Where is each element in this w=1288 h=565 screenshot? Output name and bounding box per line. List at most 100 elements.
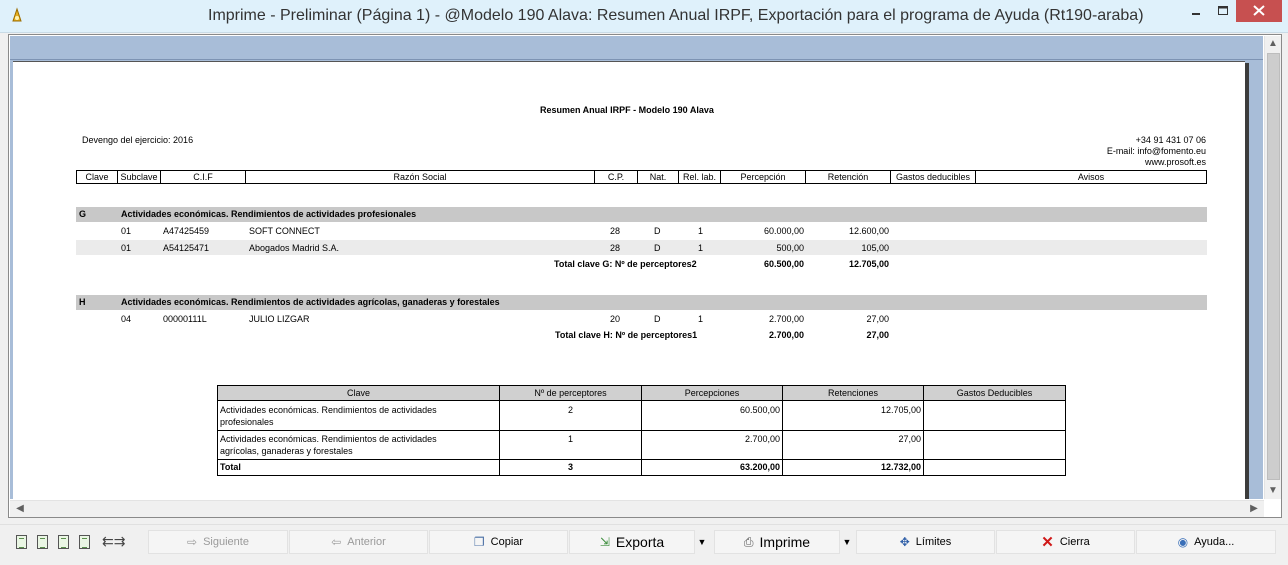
copy-icon: ❐ (473, 535, 485, 549)
col-razon-social: Razón Social (246, 171, 595, 183)
col-clave: Clave (77, 171, 118, 183)
preview-viewport[interactable]: Resumen Anual IRPF - Modelo 190 Alava De… (10, 36, 1263, 499)
group-total-percepcion: 60.500,00 (763, 259, 804, 269)
vertical-scrollbar[interactable]: ▲ ▼ (1264, 36, 1281, 499)
group-total-percepcion: 2.700,00 (768, 330, 804, 340)
anterior-button[interactable]: ⇦ Anterior (289, 530, 428, 554)
contact-email: E-mail: info@fomento.eu (1106, 146, 1206, 156)
summary-total-perceptores: 3 (567, 462, 573, 472)
col-gastos-deducibles: Gastos deducibles (891, 171, 976, 183)
exporta-label: Exporta (615, 534, 665, 550)
cell-percepcion: 60.000,00 (763, 226, 804, 236)
cell-cif: A54125471 (163, 243, 210, 253)
summary-clave-line2: profesionales (220, 417, 274, 427)
cell-retencion: 27,00 (866, 314, 889, 324)
cell-rel-lab: 1 (698, 243, 704, 253)
col-cif: C.I.F (161, 171, 246, 183)
summary-divider (923, 386, 924, 475)
col-percepcion: Percepción (721, 171, 806, 183)
group-name: Actividades económicas. Rendimientos de … (121, 297, 500, 307)
scroll-right-icon[interactable]: ▶ (1246, 501, 1262, 517)
scroll-up-icon[interactable]: ▲ (1265, 36, 1281, 52)
cell-nat: D (654, 226, 661, 236)
arrow-right-icon: ⇨ (187, 535, 198, 549)
cell-percepcion: 2.700,00 (768, 314, 804, 324)
summary-clave-line2: agrícolas, ganaderas y forestales (220, 446, 353, 456)
single-page-icon[interactable] (16, 535, 27, 549)
imprime-label: Imprime (759, 534, 811, 550)
exporta-button[interactable]: ⇲ Exporta (569, 530, 695, 554)
cell-rel-lab: 1 (698, 314, 704, 324)
first-last-page-icon[interactable]: ⇇⇉ (102, 533, 125, 550)
bottom-toolbar: ⇇⇉ ⇨ Siguiente ⇦ Anterior ❐ Copiar ⇲ Exp… (0, 524, 1288, 559)
horizontal-scrollbar[interactable]: ◀ ▶ (10, 500, 1264, 517)
preview-top-band (10, 36, 1263, 60)
summary-header-retenciones: Retenciones (827, 388, 879, 398)
col-subclave: Subclave (118, 171, 161, 183)
cierra-button[interactable]: ✕ Cierra (996, 530, 1135, 554)
summary-total-retenciones: 12.732,00 (880, 462, 921, 472)
group-code: G (79, 209, 87, 219)
exporta-dropdown-icon[interactable]: ▼ (695, 530, 709, 554)
contact-web: www.prosoft.es (1144, 157, 1206, 167)
summary-perceptores: 1 (567, 434, 573, 444)
limites-label: Límites (915, 536, 952, 548)
close-icon (1253, 5, 1265, 16)
col-nat: Nat. (638, 171, 679, 183)
close-window-button[interactable] (1236, 0, 1282, 22)
summary-header-clave: Clave (346, 388, 370, 398)
close-red-icon: ✕ (1041, 534, 1054, 551)
summary-total-label: Total (220, 462, 241, 472)
paper-shadow (1245, 63, 1249, 499)
anterior-label: Anterior (347, 536, 386, 548)
summary-retenciones: 12.705,00 (880, 405, 921, 415)
col-avisos: Avisos (1077, 172, 1105, 182)
margins-icon: ✥ (899, 535, 910, 549)
copiar-button[interactable]: ❐ Copiar (429, 530, 568, 554)
cierra-label: Cierra (1059, 536, 1090, 548)
summary-clave-line1: Actividades económicas. Rendimientos de … (220, 405, 437, 415)
summary-header-percepciones: Percepciones (684, 388, 740, 398)
scroll-left-icon[interactable]: ◀ (12, 501, 28, 517)
cell-cp: 28 (610, 226, 621, 236)
cell-subclave: 01 (121, 226, 132, 236)
cell-retencion: 105,00 (861, 243, 889, 253)
cell-subclave: 01 (121, 243, 132, 253)
summary-percepciones: 60.500,00 (739, 405, 780, 415)
printer-icon: ⎙ (743, 534, 754, 549)
maximize-button[interactable] (1210, 0, 1236, 22)
vertical-scroll-thumb[interactable] (1267, 53, 1280, 480)
col-rel-lab: Rel. lab. (679, 171, 721, 183)
cell-cif: 00000111L (163, 314, 207, 324)
copiar-label: Copiar (490, 536, 524, 548)
cell-nat: D (654, 314, 661, 324)
cell-cp: 28 (610, 243, 621, 253)
group-total-label: Total clave G: Nº de perceptores2 (554, 259, 697, 269)
siguiente-button[interactable]: ⇨ Siguiente (148, 530, 288, 554)
maximize-icon (1218, 6, 1228, 15)
two-pages-icon[interactable] (37, 535, 48, 549)
report-page: Resumen Anual IRPF - Modelo 190 Alava De… (13, 61, 1245, 499)
title-bar: Imprime - Preliminar (Página 1) - @Model… (0, 0, 1288, 33)
cell-cif: A47425459 (163, 226, 210, 236)
col-cp: C.P. (595, 171, 638, 183)
imprime-button[interactable]: ⎙ Imprime (714, 530, 840, 554)
summary-header-perceptores: Nº de perceptores (534, 388, 607, 398)
scroll-down-icon[interactable]: ▼ (1265, 483, 1281, 499)
preview-frame: Resumen Anual IRPF - Modelo 190 Alava De… (8, 34, 1282, 518)
summary-clave-line1: Actividades económicas. Rendimientos de … (220, 434, 437, 444)
cell-subclave: 04 (121, 314, 132, 324)
summary-perceptores: 2 (567, 405, 573, 415)
export-icon: ⇲ (599, 535, 610, 549)
page-width-icon[interactable] (58, 535, 69, 549)
page-list-icon[interactable] (79, 535, 90, 549)
ayuda-button[interactable]: ◉ Ayuda... (1136, 530, 1276, 554)
limites-button[interactable]: ✥ Límites (856, 530, 995, 554)
row-stripe (76, 240, 1207, 255)
imprime-dropdown-icon[interactable]: ▼ (840, 530, 854, 554)
app-icon (12, 7, 22, 22)
minimize-button[interactable] (1183, 0, 1209, 22)
siguiente-label: Siguiente (203, 536, 249, 548)
summary-retenciones: 27,00 (898, 434, 921, 444)
cell-percepcion: 500,00 (776, 243, 804, 253)
